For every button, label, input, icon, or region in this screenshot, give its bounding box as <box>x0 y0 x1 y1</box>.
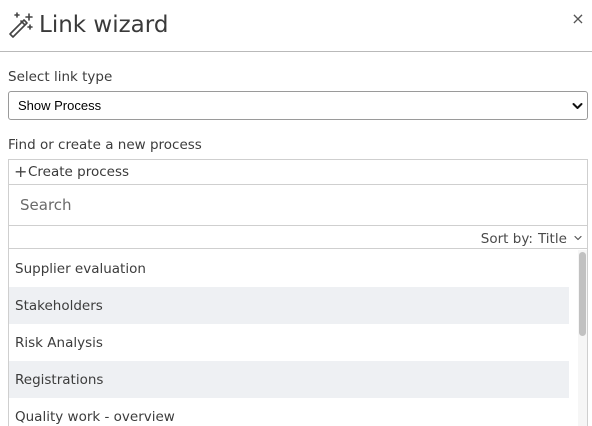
plus-icon: + <box>14 162 28 181</box>
magic-wand-icon <box>9 12 33 38</box>
list-scrollbar[interactable] <box>578 250 587 426</box>
list-item[interactable]: Supplier evaluation <box>9 250 569 287</box>
sort-value: Title <box>537 231 567 247</box>
sort-bar: Sort by: Title <box>9 226 587 249</box>
close-button[interactable]: × <box>570 10 586 28</box>
sort-dropdown[interactable]: Sort by: Title <box>480 228 582 247</box>
find-process-label: Find or create a new process <box>8 137 202 153</box>
list-item[interactable]: Registrations <box>9 361 569 398</box>
process-picker: + Create process Sort by: Title Supplier… <box>8 159 588 426</box>
list-item-label: Supplier evaluation <box>15 261 146 277</box>
dialog-header: Link wizard × <box>0 0 592 52</box>
process-list: Supplier evaluation Stakeholders Risk An… <box>9 250 571 426</box>
sort-prefix: Sort by: <box>480 231 533 247</box>
create-process-label: Create process <box>28 164 130 180</box>
chevron-down-icon <box>572 103 583 109</box>
list-item-label: Risk Analysis <box>15 335 103 351</box>
scrollbar-thumb[interactable] <box>579 252 586 336</box>
list-item[interactable]: Quality work - overview <box>9 398 569 426</box>
list-item[interactable]: Stakeholders <box>9 287 569 324</box>
list-item-label: Stakeholders <box>15 298 103 314</box>
close-icon: × <box>571 9 585 28</box>
link-wizard-dialog: Link wizard × Select link type Show Proc… <box>0 0 592 426</box>
create-process-button[interactable]: + Create process <box>9 160 587 185</box>
link-type-value: Show Process <box>18 98 102 113</box>
link-type-select[interactable]: Show Process <box>8 91 588 120</box>
link-type-label: Select link type <box>8 69 113 85</box>
list-item-label: Registrations <box>15 372 104 388</box>
chevron-down-icon <box>574 235 582 241</box>
list-item-label: Quality work - overview <box>15 409 175 425</box>
dialog-title: Link wizard <box>39 12 169 38</box>
list-item[interactable]: Risk Analysis <box>9 324 569 361</box>
search-input[interactable] <box>9 185 587 226</box>
